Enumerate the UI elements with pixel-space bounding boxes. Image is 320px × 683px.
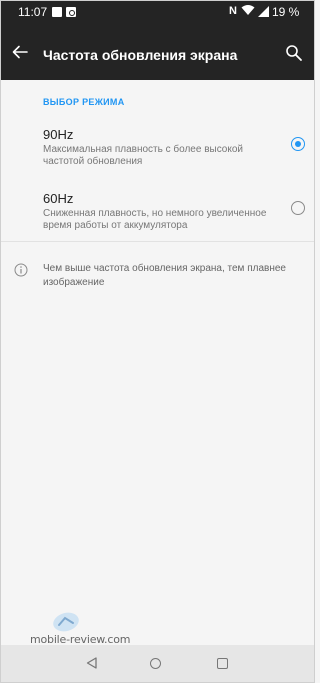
search-icon[interactable] [285,44,303,62]
app-bar: Частота обновления экрана [0,25,315,80]
back-arrow-icon[interactable] [10,42,30,62]
nav-back-icon[interactable] [86,657,98,669]
signal-icon [258,6,269,17]
section-header: ВЫБОР РЕЖИМА [43,97,125,107]
option-title: 60Hz [43,191,74,206]
instagram-icon [66,7,76,17]
nav-home-icon[interactable] [150,658,161,669]
divider [0,241,315,242]
wifi-icon [241,5,255,15]
radio-60hz[interactable] [291,201,305,215]
watermark-logo [53,612,79,632]
option-description: Максимальная плавность с более высокой ч… [43,144,244,167]
battery-level: 19 % [272,5,300,19]
info-icon [14,263,28,277]
navigation-bar [0,645,315,683]
option-90hz[interactable]: 90Hz Максимальная плавность с более высо… [0,122,315,180]
option-60hz[interactable]: 60Hz Сниженная плавность, но немного уве… [0,186,315,244]
status-bar: 11:07 N 19 % [0,0,315,25]
radio-90hz[interactable] [291,137,305,151]
status-time: 11:07 [18,5,48,19]
option-title: 90Hz [43,127,74,142]
info-text: Чем выше частота обновления экрана, тем … [43,263,286,288]
option-description: Сниженная плавность, но немного увеличен… [43,208,267,231]
notification-icon [52,7,62,17]
nfc-icon: N [229,5,237,17]
page-title: Частота обновления экрана [43,47,238,63]
nav-recents-icon[interactable] [217,658,228,669]
